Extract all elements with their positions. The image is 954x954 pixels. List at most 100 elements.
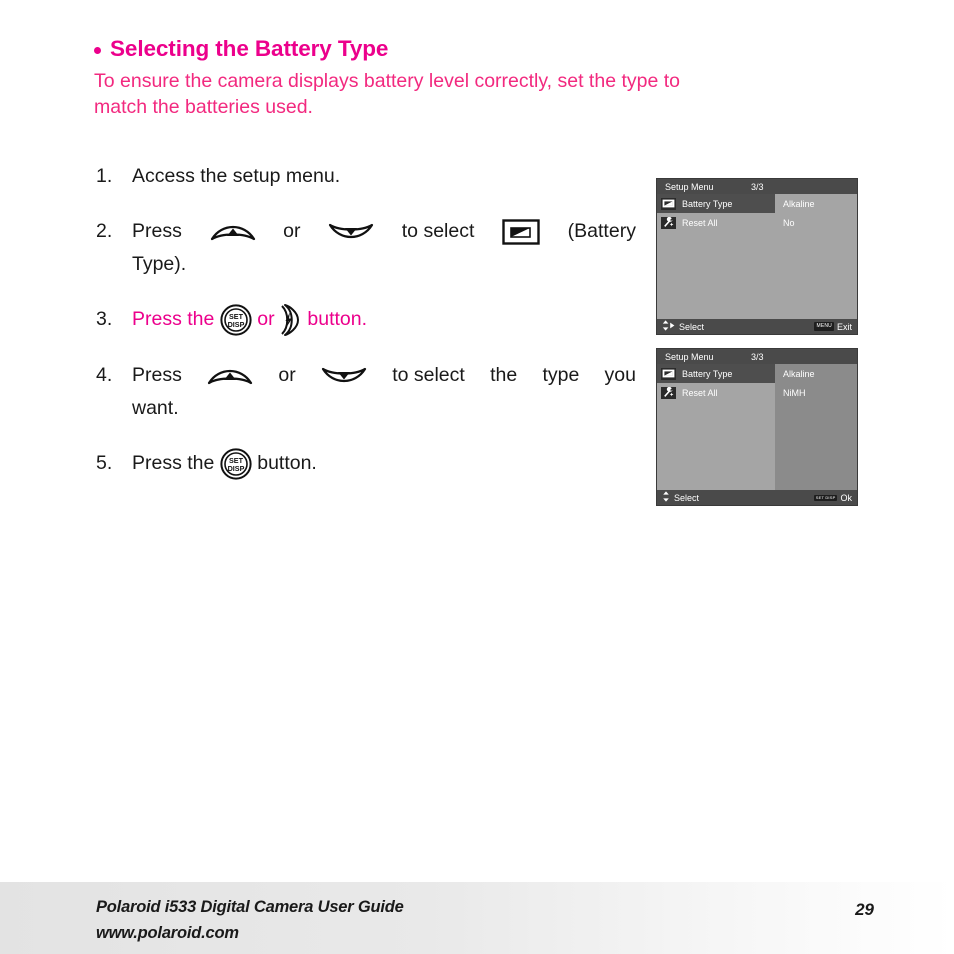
lcd-menu-value[interactable]: Alkaline: [775, 194, 857, 213]
lcd-footer-action-label: Exit: [836, 321, 852, 332]
section-description: To ensure the camera displays battery le…: [94, 68, 860, 120]
step-4-type-label: type: [542, 364, 580, 386]
lcd-title-bar: Setup Menu 3/3: [657, 179, 857, 194]
lcd-menu-labels-column: Battery Type Reset All: [657, 194, 775, 319]
step-3-press-the-label: Press the: [132, 308, 215, 331]
step-3-button-label: button.: [307, 308, 368, 331]
lcd-menu-values-column: Alkaline No: [775, 194, 857, 319]
step-4-or-label: or: [278, 364, 296, 386]
footer-text-block: Polaroid i533 Digital Camera User Guide …: [96, 894, 404, 946]
svg-text:DISP: DISP: [227, 320, 244, 329]
step-item-1: 1. Access the setup menu.: [96, 160, 636, 193]
lcd-menu-row-battery-type[interactable]: Battery Type: [657, 194, 775, 213]
step-text: Access the setup menu.: [132, 160, 636, 193]
step-item-3: 3. Press the SET DISP or button.: [96, 303, 636, 337]
lcd-menu-row-battery-type[interactable]: Battery Type: [657, 364, 775, 383]
page-number: 29: [855, 900, 874, 919]
lcd-menu-label: Battery Type: [682, 368, 733, 379]
lcd-footer-action-group: SET DISP Ok: [813, 492, 852, 503]
reset-wrench-icon: [661, 386, 676, 399]
up-down-right-arrows-icon: [662, 320, 675, 333]
step-text: Press the SET DISP or button.: [132, 303, 636, 337]
section-description-line1: To ensure the camera displays battery le…: [94, 70, 680, 92]
lcd-option-alkaline[interactable]: Alkaline: [775, 364, 857, 383]
lcd-menu-title: Setup Menu: [665, 181, 714, 192]
down-rocker-icon: [328, 220, 374, 244]
step-5-button-label: button.: [257, 452, 317, 474]
step-text: Press or to select the type you want.: [132, 359, 636, 425]
step-2-target-label: (Battery: [567, 220, 636, 242]
footer-product-line: Polaroid i533 Digital Camera User Guide: [96, 898, 404, 916]
set-disp-button-icon: SET DISP: [220, 448, 252, 480]
step-number: 4.: [96, 364, 113, 386]
lcd-footer-action-group: MENU Exit: [814, 322, 852, 332]
lcd-menu-label: Reset All: [682, 217, 718, 228]
up-rocker-icon: [210, 220, 256, 244]
lcd-footer-bar: Select MENU Exit: [657, 319, 857, 334]
svg-text:DISP: DISP: [227, 464, 244, 473]
step-4-to-select-label: to select: [392, 364, 465, 386]
lcd-menu-label: Reset All: [682, 387, 718, 398]
step-number: 5.: [96, 452, 113, 474]
step-2-line-1: Press or to select (Battery: [132, 215, 636, 248]
battery-icon: [661, 197, 676, 210]
page-footer: Polaroid i533 Digital Camera User Guide …: [0, 882, 954, 954]
flash-right-button-icon: [280, 303, 302, 337]
step-3-or-label: or: [257, 308, 275, 331]
lcd-menu-row-reset-all[interactable]: Reset All: [657, 383, 775, 402]
step-item-2: 2. Press or to select (Battery Type).: [96, 215, 636, 281]
step-text: Press the SET DISP button.: [132, 447, 636, 480]
instruction-steps-list: 1. Access the setup menu. 2. Press or to…: [96, 160, 636, 502]
lcd-footer-select-group: Select: [662, 320, 704, 333]
step-2-to-select-label: to select: [401, 220, 475, 242]
lcd-footer-bar: Select SET DISP Ok: [657, 490, 857, 505]
set-disp-key-badge-icon: SET DISP: [813, 494, 838, 501]
lcd-page-indicator: 3/3: [751, 351, 764, 362]
step-item-5: 5. Press the SET DISP button.: [96, 447, 636, 480]
step-5-press-the-label: Press the: [132, 452, 215, 474]
section-description-line2: match the batteries used.: [94, 96, 313, 118]
battery-type-icon: [502, 218, 540, 245]
lcd-page-indicator: 3/3: [751, 181, 764, 192]
menu-key-badge-icon: MENU: [814, 322, 834, 331]
step-2-line-2: Type).: [132, 253, 187, 275]
heading-line: Selecting the Battery Type: [94, 36, 862, 62]
page-title: Selecting the Battery Type: [110, 36, 389, 61]
lcd-footer-action-label: Ok: [840, 492, 852, 503]
step-item-4: 4. Press or to select the type you want.: [96, 359, 636, 425]
step-2-press-label: Press: [132, 220, 182, 242]
lcd-menu-title: Setup Menu: [665, 351, 714, 362]
step-number: 1.: [96, 165, 113, 187]
step-4-press-label: Press: [132, 364, 182, 386]
lcd-menu-values-column: Alkaline NiMH: [775, 364, 857, 490]
down-rocker-icon: [321, 364, 367, 388]
lcd-menu-value[interactable]: No: [775, 213, 857, 232]
up-rocker-icon: [207, 364, 253, 388]
set-disp-button-icon: SET DISP: [220, 304, 252, 336]
lcd-footer-select-label: Select: [674, 492, 700, 503]
lcd-menu-row-reset-all[interactable]: Reset All: [657, 213, 775, 232]
lcd-footer-select-group: Select: [662, 491, 699, 504]
lcd-footer-select-label: Select: [679, 321, 705, 332]
up-down-arrows-icon: [662, 491, 670, 504]
step-number: 3.: [96, 308, 113, 330]
lcd-menu-body: Battery Type Reset All Alkaline NiMH: [657, 364, 857, 490]
lcd-menu-label: Battery Type: [682, 198, 733, 209]
step-4-the-label: the: [490, 364, 518, 386]
step-4-line-2: want.: [132, 397, 179, 419]
step-number: 2.: [96, 220, 113, 242]
step-2-or-label: or: [283, 220, 301, 242]
bullet-point-icon: [94, 46, 101, 54]
battery-icon: [661, 367, 676, 380]
lcd-menu-labels-column: Battery Type Reset All: [657, 364, 775, 490]
step-4-you-label: you: [604, 364, 636, 386]
step-1-text: Access the setup menu.: [132, 165, 341, 187]
section-heading-block: Selecting the Battery Type To ensure the…: [94, 36, 862, 120]
lcd-menu-body: Battery Type Reset All Alkaline No: [657, 194, 857, 319]
lcd-option-nimh[interactable]: NiMH: [775, 383, 857, 402]
camera-lcd-screenshot-2: Setup Menu 3/3 Battery Type Reset All Al…: [656, 348, 858, 506]
footer-website-line: www.polaroid.com: [96, 924, 239, 942]
camera-lcd-screenshot-1: Setup Menu 3/3 Battery Type Reset All Al…: [656, 178, 858, 335]
step-text: Press or to select (Battery Type).: [132, 215, 636, 281]
step-4-line-1: Press or to select the type you: [132, 359, 636, 392]
